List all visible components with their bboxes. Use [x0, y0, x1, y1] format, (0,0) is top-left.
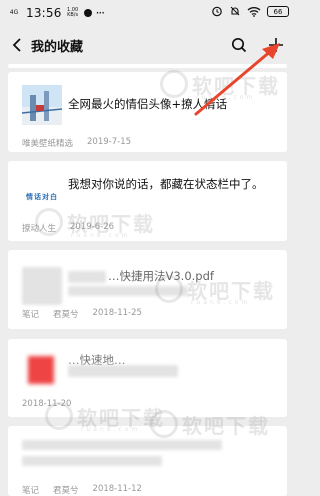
annotation-arrow-icon [194, 43, 280, 116]
